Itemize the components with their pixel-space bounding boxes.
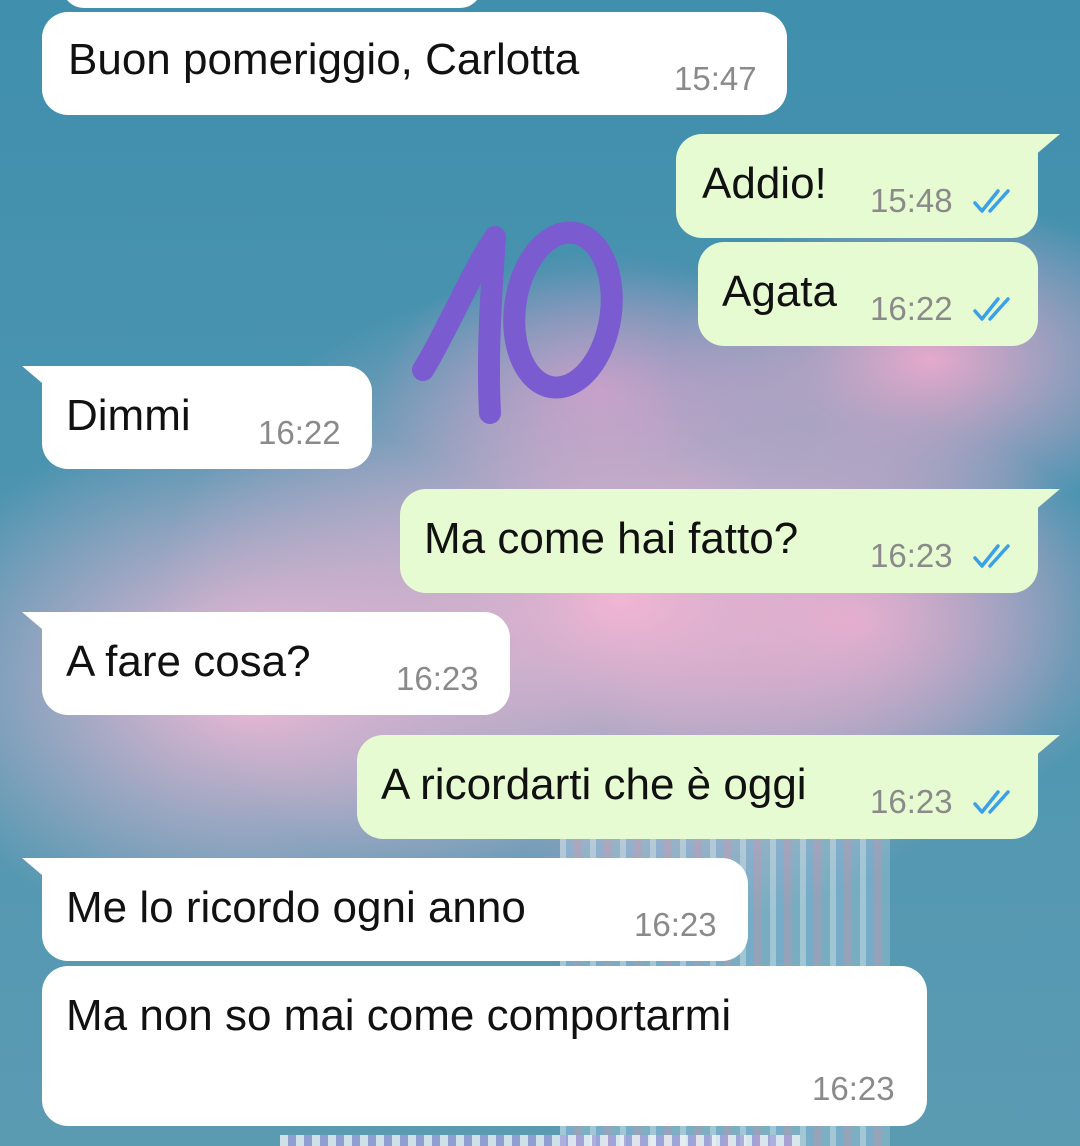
message-bubble-outgoing[interactable]: A ricordarti che è oggi 16:23 — [357, 735, 1060, 839]
message-text: Buon pomeriggio, Carlotta — [68, 35, 580, 84]
message-time: 15:48 — [870, 182, 953, 219]
handwritten-number-doodle — [412, 221, 623, 424]
message-bubble-incoming[interactable]: Buon pomeriggio, Carlotta 15:47 — [42, 12, 787, 115]
message-text: Ma come hai fatto? — [424, 514, 799, 563]
double-check-icon — [973, 297, 1010, 321]
double-check-icon — [973, 790, 1010, 814]
message-time: 16:23 — [870, 783, 953, 820]
message-bubble-incoming[interactable]: A fare cosa? 16:23 — [22, 612, 510, 715]
message-text: A fare cosa? — [66, 637, 311, 686]
previous-message-fragment — [62, 0, 482, 8]
message-bubble-outgoing[interactable]: Agata 16:22 — [698, 242, 1038, 346]
message-text: Ma non so mai come comportarmi — [66, 991, 732, 1040]
message-text: Dimmi — [66, 391, 191, 440]
message-bubble-incoming[interactable]: Dimmi 16:22 — [22, 366, 372, 469]
message-time: 16:23 — [634, 906, 717, 943]
message-bubble-outgoing[interactable]: Ma come hai fatto? 16:23 — [400, 489, 1060, 593]
message-bubble-incoming[interactable]: Ma non so mai come comportarmi 16:23 — [42, 966, 927, 1126]
message-time: 15:47 — [674, 60, 757, 97]
message-time: 16:22 — [258, 414, 341, 451]
message-bubble-incoming[interactable]: Me lo ricordo ogni anno 16:23 — [22, 858, 748, 961]
message-text: Addio! — [702, 159, 827, 208]
message-text: A ricordarti che è oggi — [381, 760, 807, 809]
message-text: Agata — [722, 267, 837, 316]
message-time: 16:23 — [396, 660, 479, 697]
double-check-icon — [973, 189, 1010, 213]
message-bubble-outgoing[interactable]: Addio! 15:48 — [676, 134, 1060, 238]
wallpaper-light-streaks-bottom — [280, 1135, 800, 1146]
message-time: 16:23 — [812, 1070, 895, 1107]
message-time: 16:23 — [870, 537, 953, 574]
double-check-icon — [973, 544, 1010, 568]
message-time: 16:22 — [870, 290, 953, 327]
message-text: Me lo ricordo ogni anno — [66, 883, 526, 932]
